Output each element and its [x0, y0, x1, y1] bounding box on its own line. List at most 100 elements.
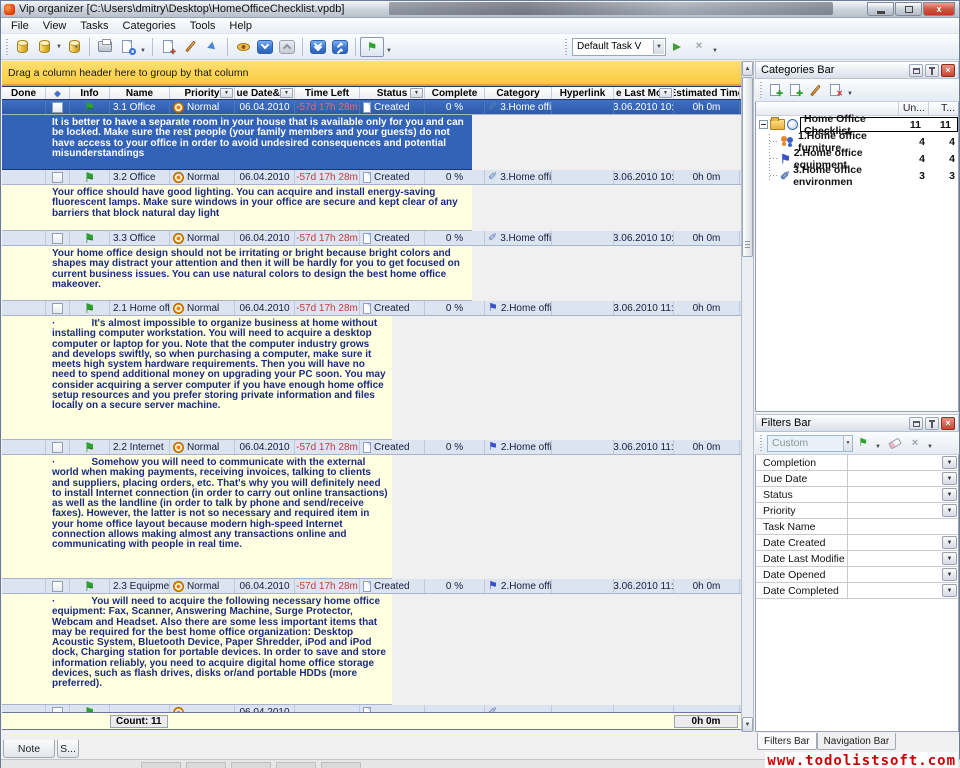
save-database-button[interactable]: ▪ — [63, 37, 85, 57]
column-header-due[interactable]: ue Date&Tir▼ — [235, 87, 295, 99]
filter-preset-combobox[interactable]: Custom▼ — [767, 435, 853, 452]
task-description[interactable]: · You will need to acquire the following… — [2, 594, 392, 705]
filter-dropdown-button[interactable]: ▼ — [942, 584, 957, 597]
apply-view-button[interactable] — [666, 37, 688, 57]
column-header-last_modified[interactable]: e Last Modi▼ — [614, 87, 674, 99]
filter-value-input[interactable] — [848, 503, 942, 518]
menu-item-file[interactable]: File — [4, 18, 36, 33]
filter-dropdown-icon[interactable]: ▼ — [220, 88, 233, 98]
filter-value-input[interactable] — [848, 487, 942, 502]
task-row[interactable]: ⚑3.3 OfficeNormal06.04.2010-57d 17h 28mC… — [2, 231, 741, 246]
new-database-button[interactable] — [11, 37, 33, 57]
categories-restore-button[interactable] — [909, 64, 923, 77]
new-task-button[interactable]: ✚ — [157, 37, 179, 57]
column-header-hyperlink[interactable]: Hyperlink — [552, 87, 614, 99]
done-checkbox[interactable] — [52, 102, 63, 113]
collapse-all-button[interactable] — [329, 37, 351, 57]
task-description[interactable]: Your office should have good lighting. Y… — [2, 185, 472, 231]
grid-vertical-scrollbar[interactable]: ▲ ▼ — [741, 61, 754, 732]
category-overflow-dropdown[interactable]: ▼ — [384, 37, 394, 57]
task-view-combobox[interactable]: Default Task V▼ — [572, 38, 666, 56]
categories-pin-button[interactable] — [925, 64, 939, 77]
categories-close-button[interactable]: × — [941, 64, 955, 77]
edit-category-button[interactable] — [805, 81, 825, 99]
column-header-estimated[interactable]: Estimated Time — [674, 87, 740, 99]
scroll-down-button[interactable]: ▼ — [742, 717, 753, 732]
task-description[interactable]: Your home office design should not be ir… — [2, 246, 472, 301]
filter-value-input[interactable] — [848, 471, 942, 486]
filter-dropdown-button[interactable]: ▼ — [942, 536, 957, 549]
filter-value-input[interactable] — [848, 519, 958, 534]
done-checkbox[interactable] — [52, 581, 63, 592]
filter-dropdown-button[interactable]: ▼ — [942, 568, 957, 581]
tree-expander-icon[interactable] — [759, 120, 768, 129]
open-database-dropdown[interactable]: ▼ — [55, 37, 63, 57]
clear-filter-button[interactable] — [885, 434, 905, 452]
add-subcategory-button[interactable]: ✚ — [785, 81, 805, 99]
filter-dropdown-button[interactable]: ▼ — [942, 488, 957, 501]
apply-filter-dropdown[interactable]: ▼ — [873, 433, 883, 453]
filter-dropdown-icon[interactable]: ▼ — [410, 88, 423, 98]
scroll-up-button[interactable]: ▲ — [742, 61, 753, 76]
delete-category-button[interactable]: ✕ — [825, 81, 845, 99]
filter-dropdown-icon[interactable]: ▼ — [280, 88, 293, 98]
group-by-bar[interactable]: Drag a column header here to group by th… — [2, 61, 741, 86]
maximize-button[interactable] — [895, 2, 922, 16]
filters-pin-button[interactable] — [925, 417, 939, 430]
menu-item-help[interactable]: Help — [222, 18, 259, 33]
filter-value-input[interactable] — [848, 535, 942, 550]
column-header-info[interactable]: Info — [70, 87, 110, 99]
done-checkbox[interactable] — [52, 172, 63, 183]
column-header-category[interactable]: Category — [485, 87, 552, 99]
duplicate-task-button[interactable] — [201, 37, 223, 57]
menu-item-view[interactable]: View — [36, 18, 74, 33]
scroll-thumb[interactable] — [742, 77, 753, 257]
delete-filter-button[interactable]: × — [905, 434, 925, 452]
print-button[interactable] — [94, 37, 116, 57]
filter-dropdown-icon[interactable]: ▼ — [659, 88, 672, 98]
combo-arrow-icon[interactable]: ▼ — [653, 40, 664, 54]
column-header-name[interactable]: Name — [110, 87, 170, 99]
add-category-button[interactable]: ✚ — [765, 81, 785, 99]
column-header-status[interactable]: Status▼ — [360, 87, 425, 99]
task-description[interactable]: · Somehow you will need to communicate w… — [2, 455, 392, 579]
minimize-button[interactable] — [867, 2, 894, 16]
task-row[interactable]: ⚑2.3 EquipmentNormal06.04.2010-57d 17h 2… — [2, 579, 741, 594]
column-header-done[interactable]: Done — [2, 87, 46, 99]
task-description[interactable]: · It's almost impossible to organize bus… — [2, 316, 392, 440]
task-row[interactable]: ⚑06.04.2010✐ — [2, 705, 741, 712]
tab-s[interactable]: S... — [57, 740, 79, 758]
expand-all-button[interactable] — [307, 37, 329, 57]
category-tree-item[interactable]: ✐3.Home office environmen33 — [756, 167, 958, 184]
tab-navigation-bar[interactable]: Navigation Bar — [817, 733, 897, 750]
column-header-mark[interactable]: ◆ — [46, 87, 70, 99]
filter-dropdown-button[interactable]: ▼ — [942, 504, 957, 517]
task-description[interactable]: It is better to have a separate room in … — [2, 115, 472, 170]
tab-filters-bar[interactable]: Filters Bar — [757, 733, 817, 750]
move-down-button[interactable] — [254, 37, 276, 57]
view-overflow-dropdown[interactable]: ▼ — [710, 37, 720, 57]
clear-view-button[interactable]: × — [688, 37, 710, 57]
task-row[interactable]: ⚑3.1 OfficeNormal06.04.2010-57d 17h 28mC… — [2, 100, 741, 115]
close-button[interactable]: x — [923, 2, 955, 16]
task-row[interactable]: ⚑2.2 InternetNormal06.04.2010-57d 17h 28… — [2, 440, 741, 455]
column-header-time_left[interactable]: Time Left — [295, 87, 360, 99]
print-preview-button[interactable] — [116, 37, 138, 57]
menu-item-tasks[interactable]: Tasks — [73, 18, 115, 33]
tab-note[interactable]: Note — [3, 740, 55, 758]
open-database-button[interactable] — [33, 37, 55, 57]
done-checkbox[interactable] — [52, 303, 63, 314]
filter-value-input[interactable] — [848, 455, 942, 470]
combo-arrow-icon[interactable]: ▼ — [843, 436, 852, 451]
menu-item-tools[interactable]: Tools — [183, 18, 223, 33]
notes-button[interactable] — [232, 37, 254, 57]
filter-value-input[interactable] — [848, 551, 942, 566]
done-checkbox[interactable] — [52, 442, 63, 453]
task-row[interactable]: ⚑2.1 Home officeNormal06.04.2010-57d 17h… — [2, 301, 741, 316]
apply-filter-button[interactable]: ⚑ — [853, 434, 873, 452]
filter-dropdown-button[interactable]: ▼ — [942, 552, 957, 565]
filter-dropdown-button[interactable]: ▼ — [942, 472, 957, 485]
menu-item-categories[interactable]: Categories — [116, 18, 183, 33]
move-up-button[interactable] — [276, 37, 298, 57]
filter-value-input[interactable] — [848, 583, 942, 598]
